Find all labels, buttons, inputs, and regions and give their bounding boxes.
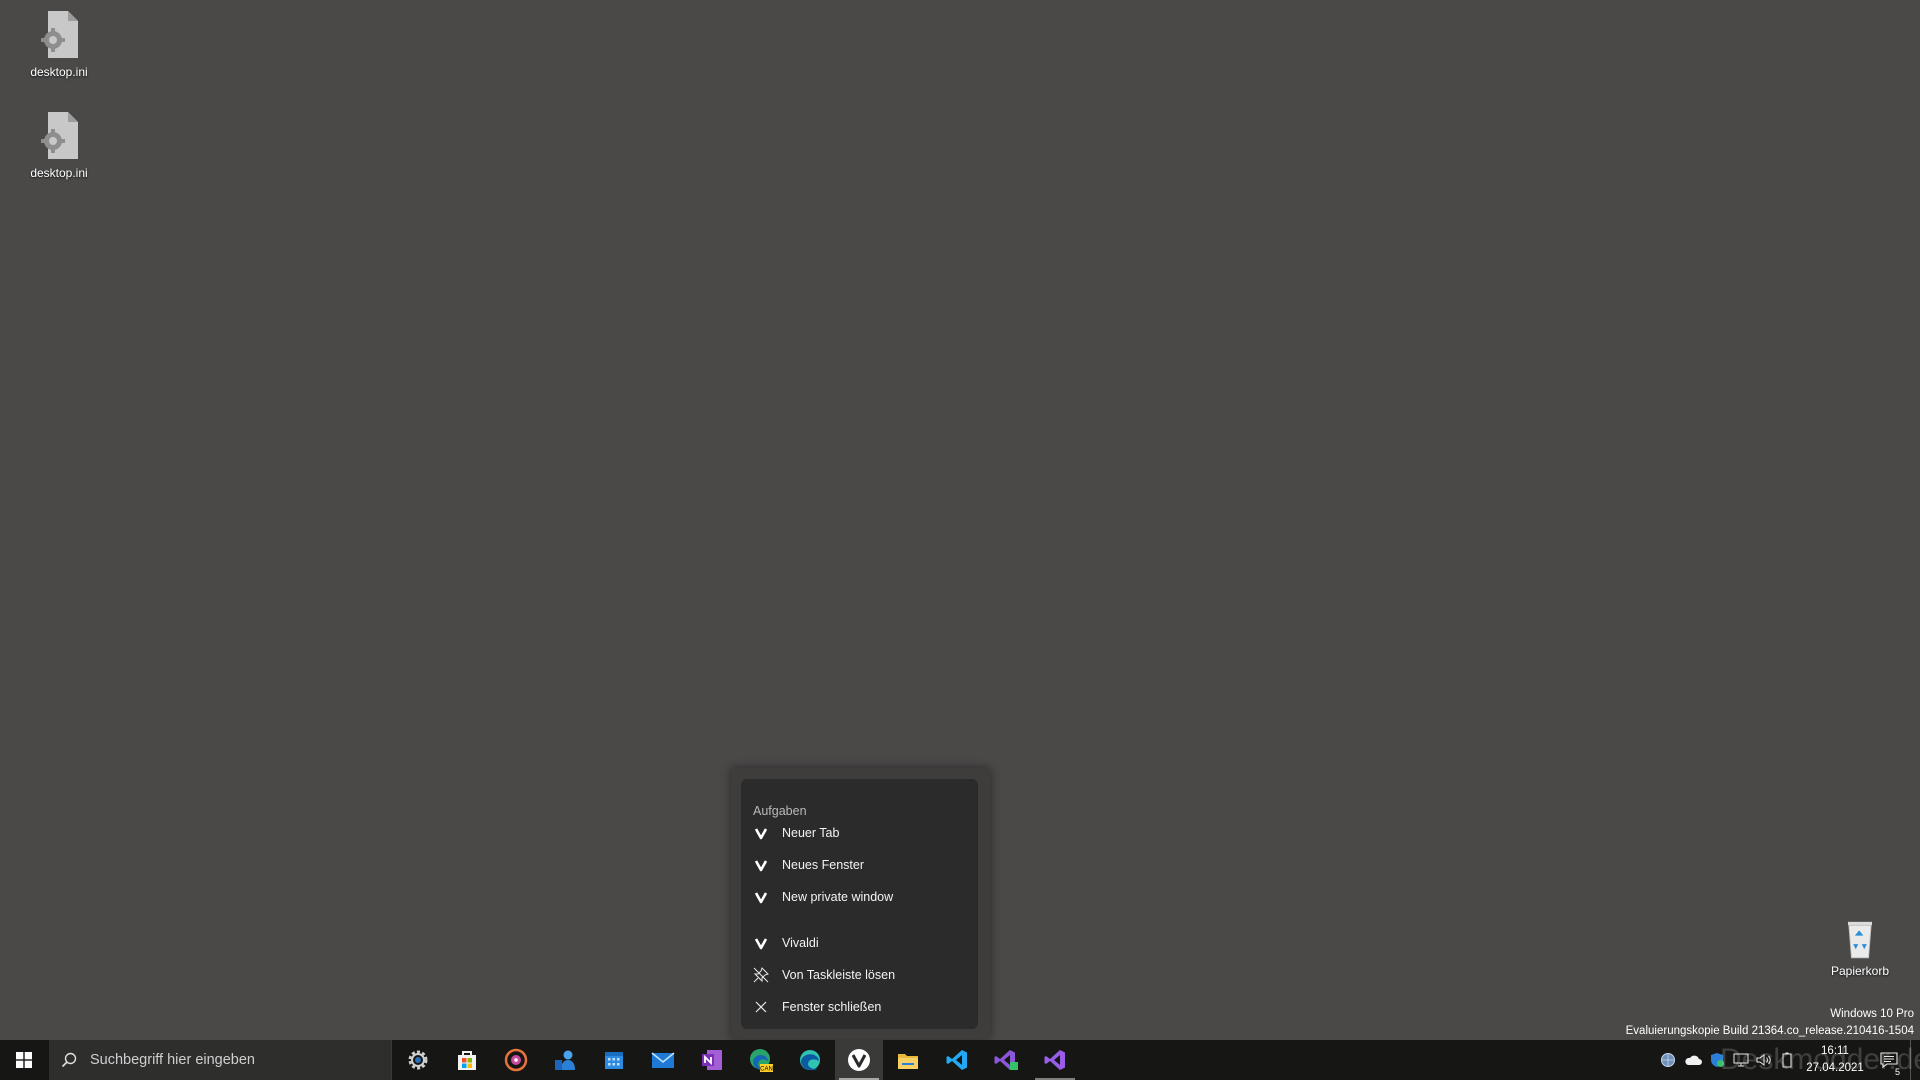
windows-logo-icon <box>16 1052 32 1068</box>
unpin-icon <box>753 967 769 983</box>
svg-text:CAN: CAN <box>760 1067 773 1073</box>
store-icon <box>458 1051 476 1070</box>
taskbar-app-vivaldi[interactable] <box>835 1040 883 1080</box>
desktop-icon-label: desktop.ini <box>30 65 88 79</box>
taskbar-app-calendar[interactable] <box>590 1040 638 1080</box>
search-input[interactable] <box>90 1052 360 1068</box>
vscode-icon <box>946 1050 967 1070</box>
settings-file-icon <box>41 11 78 58</box>
vivaldi-icon <box>753 857 769 873</box>
taskbar-app-groove-music[interactable] <box>492 1040 540 1080</box>
edge-canary-icon: CAN <box>750 1049 773 1073</box>
jump-item-new-window[interactable]: Neues Fenster <box>741 850 978 880</box>
vivaldi-icon <box>753 935 769 951</box>
jump-item-label: Fenster schließen <box>782 1000 882 1014</box>
visual-studio-icon <box>1044 1050 1065 1070</box>
close-icon <box>753 999 769 1015</box>
taskbar-app-file-explorer[interactable] <box>884 1040 932 1080</box>
taskbar-search-box[interactable] <box>49 1040 392 1080</box>
search-icon <box>61 1052 77 1068</box>
tray-onedrive[interactable] <box>1682 1040 1704 1080</box>
globe-icon <box>1661 1053 1675 1067</box>
mail-icon <box>651 1052 675 1068</box>
taskbar-app-settings[interactable] <box>394 1040 442 1080</box>
tray-network-globe[interactable] <box>1658 1040 1678 1080</box>
taskbar-app-vscode[interactable] <box>933 1040 981 1080</box>
settings-icon <box>408 1050 428 1070</box>
settings-file-icon <box>41 112 78 159</box>
onedrive-cloud-icon <box>1685 1055 1702 1065</box>
taskbar-app-store[interactable] <box>443 1040 491 1080</box>
watermark-edition: Windows 10 Pro <box>1830 1008 1914 1020</box>
vivaldi-icon <box>753 825 769 841</box>
taskbar-app-onenote[interactable] <box>688 1040 736 1080</box>
jump-item-unpin[interactable]: Von Taskleiste lösen <box>741 960 978 990</box>
watermark-build: Evaluierungskopie Build 21364.co_release… <box>1625 1025 1914 1037</box>
visual-studio-preview-icon <box>994 1050 1018 1070</box>
jump-item-new-private-window[interactable]: New private window <box>741 882 978 912</box>
groove-music-icon <box>504 1048 528 1072</box>
jump-item-open-vivaldi[interactable]: Vivaldi <box>741 928 978 958</box>
taskbar-app-mail[interactable] <box>639 1040 687 1080</box>
taskbar-app-edge[interactable] <box>786 1040 834 1080</box>
jump-list-heading: Aufgaben <box>753 804 807 818</box>
jump-item-close-window[interactable]: Fenster schließen <box>741 992 978 1022</box>
desktop-file-desktop-ini-1[interactable]: desktop.ini <box>14 8 104 79</box>
start-button[interactable] <box>0 1040 48 1080</box>
deskmodder-watermark: Deskmodder.de <box>1720 1043 1920 1076</box>
edge-icon <box>800 1050 820 1071</box>
people-icon <box>555 1050 575 1070</box>
desktop-icon-label: Papierkorb <box>1830 964 1890 978</box>
file-explorer-icon <box>898 1054 918 1069</box>
windows-watermark: Windows 10 Pro Evaluierungskopie Build 2… <box>1626 1006 1914 1040</box>
jump-list-panel: Aufgaben Neuer Tab Neues Fenster New pri… <box>741 779 978 1029</box>
vivaldi-icon <box>753 889 769 905</box>
jump-item-label: Neues Fenster <box>782 858 864 872</box>
onenote-icon <box>702 1050 722 1070</box>
desktop-icon-label: desktop.ini <box>30 166 88 180</box>
desktop-recycle-bin[interactable]: Papierkorb <box>1815 915 1905 978</box>
taskbar-jump-list: Aufgaben Neuer Tab Neues Fenster New pri… <box>731 768 990 1039</box>
jump-item-label: Vivaldi <box>782 936 819 950</box>
taskbar: CAN <box>0 1040 1920 1080</box>
taskbar-app-visual-studio-preview[interactable] <box>982 1040 1030 1080</box>
jump-item-label: New private window <box>782 890 894 904</box>
vivaldi-icon <box>848 1049 870 1071</box>
jump-item-new-tab[interactable]: Neuer Tab <box>741 818 978 848</box>
taskbar-app-edge-canary[interactable]: CAN <box>737 1040 785 1080</box>
jump-item-label: Von Taskleiste lösen <box>782 968 896 982</box>
desktop-file-desktop-ini-2[interactable]: desktop.ini <box>14 109 104 180</box>
calendar-icon <box>605 1052 623 1069</box>
jump-item-label: Neuer Tab <box>782 826 840 840</box>
taskbar-app-people[interactable] <box>541 1040 589 1080</box>
taskbar-app-visual-studio[interactable] <box>1031 1040 1079 1080</box>
recycle-bin-icon <box>1848 921 1872 959</box>
